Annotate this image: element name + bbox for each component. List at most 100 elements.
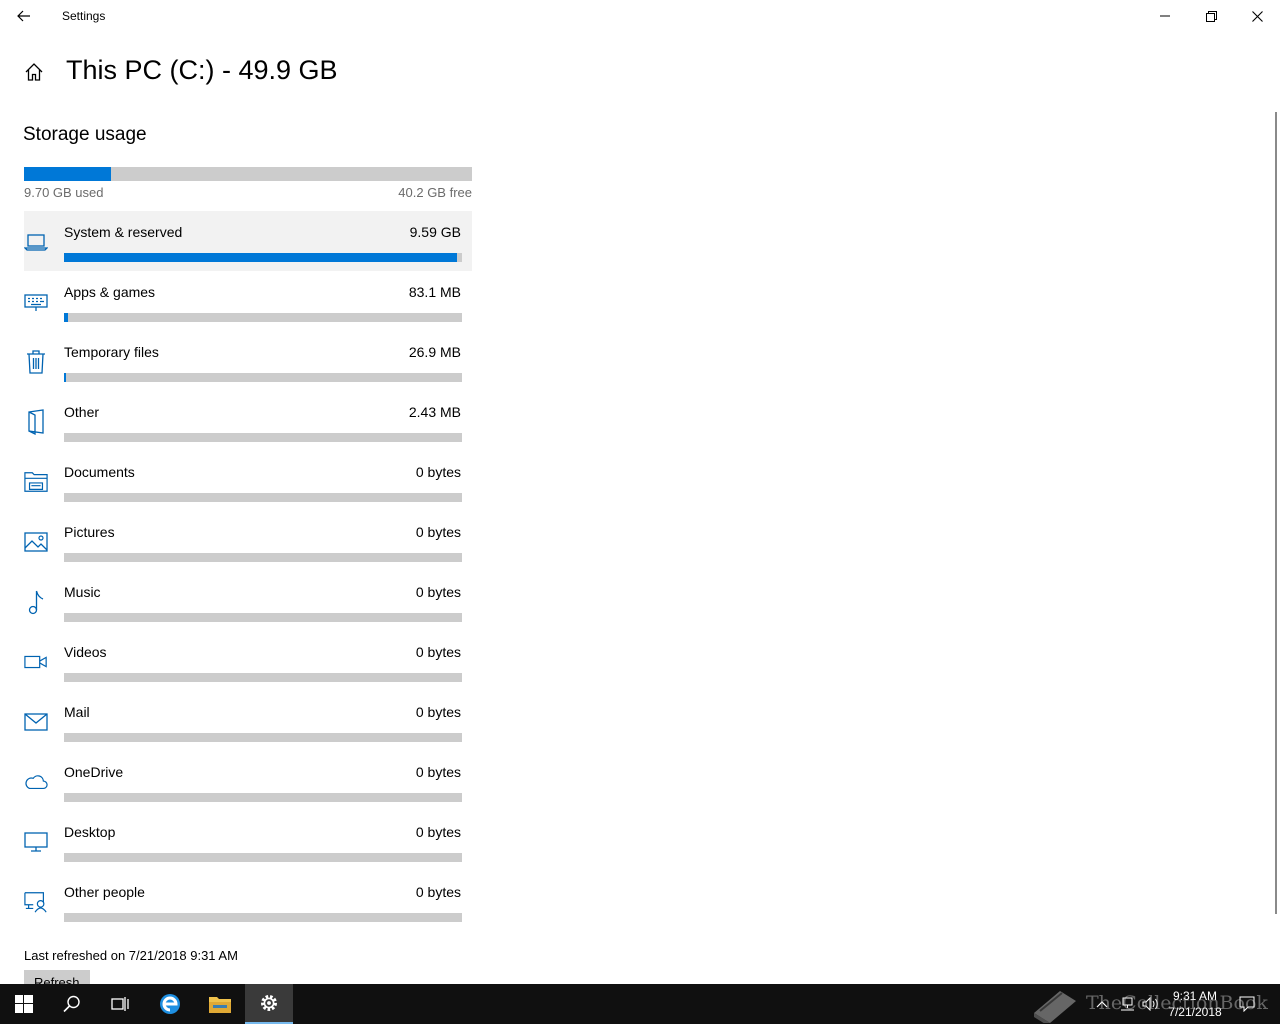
gear-icon bbox=[261, 995, 277, 1011]
category-size: 26.9 MB bbox=[408, 344, 461, 360]
category-usage-fill bbox=[64, 373, 66, 382]
search-icon bbox=[63, 995, 80, 1013]
category-name: System & reserved bbox=[64, 224, 183, 240]
storage-category-row[interactable]: Temporary files 26.9 MB bbox=[24, 331, 472, 391]
category-usage-bar bbox=[64, 253, 462, 262]
used-label: 9.70 GB used bbox=[24, 185, 104, 200]
category-usage-bar bbox=[64, 313, 462, 322]
category-usage-bar bbox=[64, 613, 462, 622]
mail-icon bbox=[24, 709, 48, 735]
category-list: System & reserved 9.59 GB Apps & games 83.1… bbox=[24, 211, 472, 931]
category-size: 0 bytes bbox=[415, 464, 461, 480]
total-usage-bar bbox=[24, 167, 472, 181]
folder-icon bbox=[209, 997, 231, 1013]
minimize-button[interactable] bbox=[1142, 0, 1188, 32]
scrollbar[interactable] bbox=[1275, 112, 1277, 914]
network-button[interactable] bbox=[1116, 984, 1138, 1024]
section-title: Storage usage bbox=[23, 124, 147, 145]
storage-category-row[interactable]: System & reserved 9.59 GB bbox=[24, 211, 472, 271]
last-refreshed-text: Last refreshed on 7/21/2018 9:31 AM bbox=[24, 948, 238, 963]
storage-category-row[interactable]: Pictures 0 bytes bbox=[24, 511, 472, 571]
category-usage-bar bbox=[64, 373, 462, 382]
close-icon bbox=[1251, 10, 1263, 22]
category-name: Pictures bbox=[64, 524, 115, 540]
storage-category-row[interactable]: Music 0 bytes bbox=[24, 571, 472, 631]
category-usage-bar bbox=[64, 733, 462, 742]
back-arrow-icon bbox=[17, 10, 30, 22]
restore-button[interactable] bbox=[1188, 0, 1234, 32]
page-title: This PC (C:) - 49.9 GB bbox=[66, 55, 338, 85]
refresh-button-label: Refresh bbox=[34, 975, 80, 985]
storage-category-row[interactable]: Other people 0 bytes bbox=[24, 871, 472, 931]
network-icon bbox=[1121, 997, 1134, 1011]
storage-category-row[interactable]: Mail 0 bytes bbox=[24, 691, 472, 751]
start-button[interactable] bbox=[0, 984, 48, 1024]
storage-category-row[interactable]: Desktop 0 bytes bbox=[24, 811, 472, 871]
category-name: Mail bbox=[64, 704, 90, 720]
category-size: 0 bytes bbox=[415, 644, 461, 660]
category-name: Apps & games bbox=[64, 284, 156, 300]
category-usage-bar bbox=[64, 673, 462, 682]
category-size: 0 bytes bbox=[415, 764, 461, 780]
close-button[interactable] bbox=[1234, 0, 1280, 32]
clock[interactable]: 9:31 AM 7/21/2018 bbox=[1158, 988, 1232, 1020]
task-view-icon bbox=[111, 997, 129, 1011]
laptop-icon bbox=[24, 229, 48, 255]
back-button[interactable] bbox=[0, 0, 48, 32]
file-explorer-button[interactable] bbox=[196, 984, 244, 1024]
home-icon bbox=[25, 63, 43, 81]
settings-taskbar-button[interactable] bbox=[245, 984, 293, 1024]
storage-category-row[interactable]: OneDrive 0 bytes bbox=[24, 751, 472, 811]
keyboard-icon bbox=[24, 289, 48, 315]
category-usage-bar bbox=[64, 493, 462, 502]
clock-time: 9:31 AM bbox=[1172, 989, 1218, 1003]
action-center-button[interactable] bbox=[1236, 984, 1258, 1024]
storage-category-row[interactable]: Videos 0 bytes bbox=[24, 631, 472, 691]
category-name: Other people bbox=[64, 884, 145, 900]
other-people-icon bbox=[24, 889, 48, 915]
category-usage-fill bbox=[64, 313, 68, 322]
category-size: 9.59 GB bbox=[409, 224, 461, 240]
category-size: 0 bytes bbox=[415, 884, 461, 900]
documents-icon bbox=[24, 469, 48, 495]
task-view-button[interactable] bbox=[96, 984, 144, 1024]
videos-icon bbox=[24, 649, 48, 675]
category-usage-bar bbox=[64, 433, 462, 442]
trash-icon bbox=[24, 349, 48, 375]
restore-icon bbox=[1205, 10, 1217, 22]
category-usage-bar bbox=[64, 853, 462, 862]
storage-category-row[interactable]: Documents 0 bytes bbox=[24, 451, 472, 511]
edge-button[interactable] bbox=[146, 984, 194, 1024]
minimize-icon bbox=[1160, 15, 1170, 17]
category-usage-bar bbox=[64, 553, 462, 562]
clock-date: 7/21/2018 bbox=[1168, 1005, 1222, 1019]
free-label: 40.2 GB free bbox=[398, 185, 472, 200]
category-name: Other bbox=[64, 404, 100, 420]
pictures-icon bbox=[24, 529, 48, 555]
taskbar: 9:31 AM 7/21/2018 bbox=[0, 984, 1280, 1024]
search-button[interactable] bbox=[48, 984, 96, 1024]
window-title: Settings bbox=[62, 9, 106, 23]
edge-browser-icon bbox=[160, 994, 180, 1014]
category-size: 0 bytes bbox=[415, 704, 461, 720]
storage-category-row[interactable]: Apps & games 83.1 MB bbox=[24, 271, 472, 331]
category-name: Music bbox=[64, 584, 101, 600]
other-files-icon bbox=[24, 409, 48, 435]
total-usage-fill bbox=[24, 167, 111, 181]
refresh-button[interactable]: Refresh bbox=[24, 970, 90, 984]
category-name: Desktop bbox=[64, 824, 116, 840]
category-size: 0 bytes bbox=[415, 524, 461, 540]
storage-category-row[interactable]: Other 2.43 MB bbox=[24, 391, 472, 451]
windows-logo-icon bbox=[15, 995, 33, 1013]
category-usage-fill bbox=[64, 253, 458, 262]
category-name: OneDrive bbox=[64, 764, 124, 780]
home-button[interactable] bbox=[22, 60, 46, 84]
title-bar: Settings bbox=[0, 0, 1280, 32]
category-usage-bar bbox=[64, 793, 462, 802]
cloud-icon bbox=[24, 769, 48, 795]
show-hidden-icons-button[interactable] bbox=[1092, 984, 1112, 1024]
category-name: Videos bbox=[64, 644, 107, 660]
category-name: Temporary files bbox=[64, 344, 159, 360]
chevron-up-icon bbox=[1096, 1001, 1108, 1008]
category-size: 0 bytes bbox=[415, 824, 461, 840]
